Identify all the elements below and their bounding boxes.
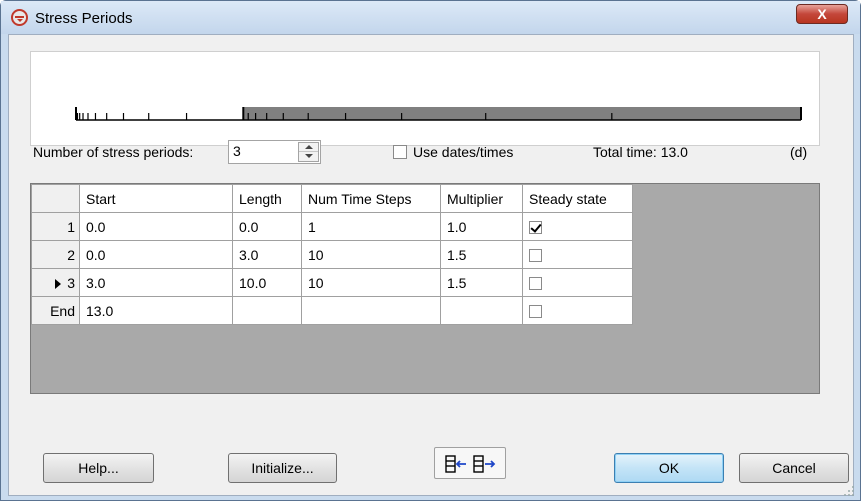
length-cell[interactable] bbox=[232, 296, 302, 325]
length-cell[interactable]: 10.0 bbox=[232, 268, 302, 297]
steady-state-checkbox[interactable] bbox=[529, 249, 542, 263]
table-row[interactable]: End 13.0 bbox=[31, 296, 633, 325]
table-row[interactable]: 1 0.0 0.0 1 1.0 bbox=[31, 212, 633, 241]
title-bar[interactable]: Stress Periods X bbox=[1, 1, 860, 34]
selected-period-band bbox=[243, 107, 802, 120]
row-header[interactable]: End bbox=[31, 296, 80, 325]
row-id: 2 bbox=[67, 246, 75, 263]
stress-period-table: Start Length Num Time Steps Multiplier S… bbox=[31, 184, 633, 325]
delete-row-icon[interactable] bbox=[473, 455, 496, 473]
use-dates-label: Use dates/times bbox=[413, 144, 514, 160]
row-header[interactable]: 3 bbox=[31, 268, 80, 297]
column-header-num-time-steps[interactable]: Num Time Steps bbox=[301, 184, 441, 213]
steady-state-checkbox[interactable] bbox=[529, 221, 542, 235]
steady-state-cell[interactable] bbox=[522, 268, 633, 297]
column-header-start[interactable]: Start bbox=[79, 184, 233, 213]
current-row-pointer-icon bbox=[55, 278, 62, 289]
spin-up-icon[interactable] bbox=[299, 143, 318, 152]
num-time-steps-cell[interactable] bbox=[301, 296, 441, 325]
multiplier-cell[interactable]: 1.5 bbox=[440, 240, 523, 269]
timeline-graphic bbox=[75, 107, 802, 121]
multiplier-cell[interactable]: 1.0 bbox=[440, 212, 523, 241]
length-cell[interactable]: 3.0 bbox=[232, 240, 302, 269]
cancel-button[interactable]: Cancel bbox=[739, 453, 849, 483]
insert-delete-row-button[interactable] bbox=[434, 447, 506, 479]
stress-period-timeline[interactable] bbox=[30, 51, 820, 146]
ok-button[interactable]: OK bbox=[614, 453, 724, 483]
insert-row-icon[interactable] bbox=[445, 455, 466, 473]
length-cell[interactable]: 0.0 bbox=[232, 212, 302, 241]
help-button[interactable]: Help... bbox=[43, 453, 154, 483]
app-icon bbox=[11, 9, 28, 26]
grid-corner-cell bbox=[31, 184, 80, 213]
start-cell[interactable]: 3.0 bbox=[79, 268, 233, 297]
close-button[interactable]: X bbox=[796, 4, 848, 24]
num-periods-label: Number of stress periods: bbox=[33, 144, 194, 160]
row-id: End bbox=[50, 302, 75, 319]
insert-delete-graphic bbox=[445, 455, 496, 473]
row-header[interactable]: 2 bbox=[31, 240, 80, 269]
resize-grip-icon[interactable] bbox=[843, 485, 855, 497]
steady-state-checkbox[interactable] bbox=[529, 305, 542, 319]
column-header-steady-state[interactable]: Steady state bbox=[522, 184, 633, 213]
num-periods-spinner[interactable] bbox=[298, 142, 319, 162]
column-header-multiplier[interactable]: Multiplier bbox=[440, 184, 523, 213]
multiplier-cell[interactable] bbox=[440, 296, 523, 325]
start-cell[interactable]: 0.0 bbox=[79, 212, 233, 241]
num-time-steps-cell[interactable]: 10 bbox=[301, 240, 441, 269]
use-dates-checkbox[interactable] bbox=[393, 145, 407, 159]
spin-down-icon[interactable] bbox=[299, 152, 318, 161]
row-header[interactable]: 1 bbox=[31, 212, 80, 241]
dialog-title: Stress Periods bbox=[35, 10, 133, 27]
multiplier-cell[interactable]: 1.5 bbox=[440, 268, 523, 297]
table-row[interactable]: 3 3.0 10.0 10 1.5 bbox=[31, 268, 633, 297]
total-time-label: Total time: 13.0 bbox=[593, 144, 688, 160]
row-id: 3 bbox=[67, 274, 75, 291]
steady-state-cell[interactable] bbox=[522, 296, 633, 325]
num-time-steps-cell[interactable]: 10 bbox=[301, 268, 441, 297]
time-unit-label: (d) bbox=[790, 144, 808, 160]
steady-state-cell[interactable] bbox=[522, 212, 633, 241]
stress-periods-dialog: Stress Periods X Number of stress period… bbox=[0, 0, 861, 501]
start-cell[interactable]: 13.0 bbox=[79, 296, 233, 325]
start-cell[interactable]: 0.0 bbox=[79, 240, 233, 269]
initialize-button[interactable]: Initialize... bbox=[228, 453, 337, 483]
row-id: 1 bbox=[67, 218, 75, 235]
table-row[interactable]: 2 0.0 3.0 10 1.5 bbox=[31, 240, 633, 269]
column-header-length[interactable]: Length bbox=[232, 184, 302, 213]
num-time-steps-cell[interactable]: 1 bbox=[301, 212, 441, 241]
steady-state-checkbox[interactable] bbox=[529, 277, 542, 291]
stress-period-grid: Start Length Num Time Steps Multiplier S… bbox=[30, 183, 820, 394]
steady-state-cell[interactable] bbox=[522, 240, 633, 269]
